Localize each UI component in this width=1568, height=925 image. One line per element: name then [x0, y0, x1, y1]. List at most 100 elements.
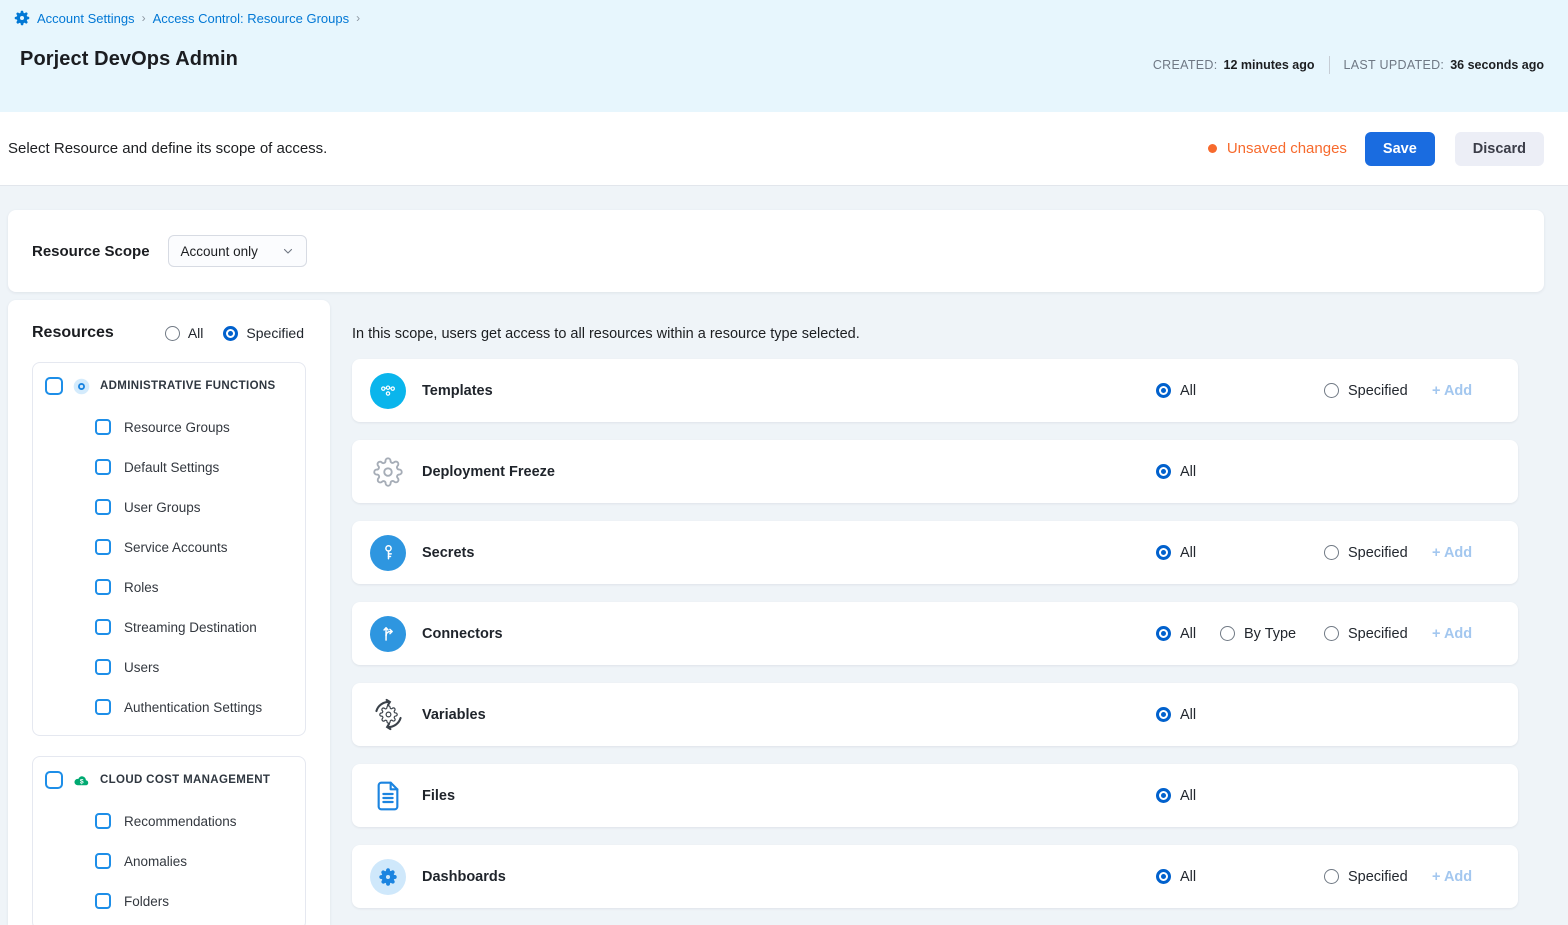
- resources-mode-options: All Specified: [165, 325, 304, 341]
- radio-unselected-icon[interactable]: [1324, 383, 1339, 398]
- radio-selected-icon[interactable]: [1156, 464, 1171, 479]
- option-all-connectors[interactable]: All: [1156, 626, 1196, 642]
- radio-label: All: [1180, 707, 1196, 723]
- checkbox-unchecked[interactable]: [95, 853, 111, 869]
- updated-value: 36 seconds ago: [1450, 58, 1544, 72]
- radio-unselected-icon[interactable]: [1324, 626, 1339, 641]
- resource-types-column: In this scope, users get access to all r…: [352, 300, 1518, 925]
- option-specified-templates[interactable]: Specified: [1324, 383, 1408, 399]
- radio-label: All: [1180, 545, 1196, 561]
- radio-label: All: [188, 325, 204, 341]
- checkbox-unchecked[interactable]: [95, 619, 111, 635]
- svg-text:$: $: [80, 778, 84, 785]
- resource-checkbox-item-roles[interactable]: Roles: [33, 567, 305, 607]
- checkbox-unchecked[interactable]: [95, 813, 111, 829]
- add-button-connectors[interactable]: + Add: [1432, 626, 1472, 642]
- breadcrumb-link[interactable]: Access Control: Resource Groups: [153, 11, 350, 26]
- created-value: 12 minutes ago: [1224, 58, 1315, 72]
- checkbox-unchecked[interactable]: [95, 579, 111, 595]
- checkbox-unchecked[interactable]: [45, 771, 63, 789]
- checkbox-unchecked[interactable]: [95, 459, 111, 475]
- radio-unselected-icon[interactable]: [165, 326, 180, 341]
- resource-checkbox-item-recommendations[interactable]: Recommendations: [33, 801, 305, 841]
- checkbox-unchecked[interactable]: [95, 893, 111, 909]
- radio-unselected-icon[interactable]: [1220, 626, 1235, 641]
- row-options: All: [1148, 764, 1518, 827]
- option-specified-secrets[interactable]: Specified: [1324, 545, 1408, 561]
- resource-checkbox-item-service-accounts[interactable]: Service Accounts: [33, 527, 305, 567]
- resource-type-name: Templates: [422, 383, 493, 399]
- scope-description: Select Resource and define its scope of …: [8, 140, 327, 157]
- breadcrumb: Account Settings › Access Control: Resourc…: [14, 10, 1544, 26]
- checkbox-unchecked[interactable]: [95, 659, 111, 675]
- radio-selected-icon[interactable]: [1156, 707, 1171, 722]
- option-all-templates[interactable]: All: [1156, 383, 1196, 399]
- resources-title: Resources: [32, 324, 114, 342]
- radio-label: Specified: [1348, 383, 1408, 399]
- resource-row-templates: Templates All Specified + Add: [352, 359, 1518, 422]
- resource-checkbox-item-anomalies[interactable]: Anomalies: [33, 841, 305, 881]
- resource-scope-value: Account only: [181, 244, 258, 259]
- breadcrumb-separator: ›: [356, 11, 360, 25]
- resource-checkbox-item-resource-groups[interactable]: Resource Groups: [33, 407, 305, 447]
- group-card-cloud-cost-management: $ CLOUD COST MANAGEMENT RecommendationsAno…: [32, 756, 306, 925]
- option-all-variables[interactable]: All: [1156, 707, 1196, 723]
- resources-mode-specified[interactable]: Specified: [223, 325, 304, 341]
- radio-selected-icon[interactable]: [1156, 383, 1171, 398]
- connectors-icon: [370, 616, 406, 652]
- option-all-deployment-freeze[interactable]: All: [1156, 464, 1196, 480]
- resource-checkbox-item-streaming-destination[interactable]: Streaming Destination: [33, 607, 305, 647]
- resource-scope-select[interactable]: Account only: [168, 235, 307, 267]
- checkbox-unchecked[interactable]: [95, 699, 111, 715]
- checkbox-unchecked[interactable]: [95, 419, 111, 435]
- checkbox-unchecked[interactable]: [95, 499, 111, 515]
- resource-row-files: FilesAll: [352, 764, 1518, 827]
- option-all-secrets[interactable]: All: [1156, 545, 1196, 561]
- radio-label: Specified: [1348, 626, 1408, 642]
- radio-unselected-icon[interactable]: [1324, 545, 1339, 560]
- resource-row-secrets: SecretsAllSpecified+ Add: [352, 521, 1518, 584]
- checkbox-unchecked[interactable]: [95, 539, 111, 555]
- radio-selected-icon[interactable]: [1156, 545, 1171, 560]
- radio-selected-icon[interactable]: [1156, 788, 1171, 803]
- group-header-cloud-cost-management[interactable]: $ CLOUD COST MANAGEMENT: [33, 757, 305, 801]
- resources-panel: Resources All Specified ADMINISTRATIVE FU…: [8, 300, 330, 925]
- option-all-files[interactable]: All: [1156, 788, 1196, 804]
- resource-checkbox-item-folders[interactable]: Folders: [33, 881, 305, 921]
- item-label: Authentication Settings: [124, 700, 262, 715]
- add-button-templates[interactable]: + Add: [1432, 383, 1472, 399]
- radio-selected-icon[interactable]: [1156, 869, 1171, 884]
- group-header-administrative-functions[interactable]: ADMINISTRATIVE FUNCTIONS: [33, 363, 305, 407]
- add-button-dashboards[interactable]: + Add: [1432, 869, 1472, 885]
- variables-icon: [370, 697, 406, 733]
- radio-selected-icon[interactable]: [1156, 626, 1171, 641]
- meta-divider: [1329, 56, 1330, 74]
- resource-checkbox-item-authentication-settings[interactable]: Authentication Settings: [33, 687, 305, 727]
- resource-checkbox-item-default-settings[interactable]: Default Settings: [33, 447, 305, 487]
- option-specified-connectors[interactable]: Specified: [1324, 626, 1408, 642]
- resource-checkbox-item-users[interactable]: Users: [33, 647, 305, 687]
- chevron-down-icon: [282, 245, 294, 257]
- option-all-dashboards[interactable]: All: [1156, 869, 1196, 885]
- resource-row-deployment-freeze: Deployment FreezeAll: [352, 440, 1518, 503]
- checkbox-unchecked[interactable]: [45, 377, 63, 395]
- item-label: Resource Groups: [124, 420, 230, 435]
- resource-scope-label: Resource Scope: [32, 243, 150, 260]
- resources-mode-all[interactable]: All: [165, 325, 204, 341]
- item-label: User Groups: [124, 500, 201, 515]
- breadcrumb-link[interactable]: Account Settings: [37, 11, 135, 26]
- radio-label: All: [1180, 383, 1196, 399]
- group-name: CLOUD COST MANAGEMENT: [100, 774, 270, 786]
- resource-checkbox-item-user-groups[interactable]: User Groups: [33, 487, 305, 527]
- option-specified-dashboards[interactable]: Specified: [1324, 869, 1408, 885]
- save-button[interactable]: Save: [1365, 132, 1435, 166]
- admin-functions-icon: [73, 378, 90, 395]
- option-by-type-connectors[interactable]: By Type: [1220, 626, 1296, 642]
- radio-unselected-icon[interactable]: [1324, 869, 1339, 884]
- resource-type-name: Connectors: [422, 626, 503, 642]
- radio-selected-icon[interactable]: [223, 326, 238, 341]
- templates-icon: [370, 373, 406, 409]
- group-name: ADMINISTRATIVE FUNCTIONS: [100, 380, 276, 392]
- add-button-secrets[interactable]: + Add: [1432, 545, 1472, 561]
- discard-button[interactable]: Discard: [1455, 132, 1544, 166]
